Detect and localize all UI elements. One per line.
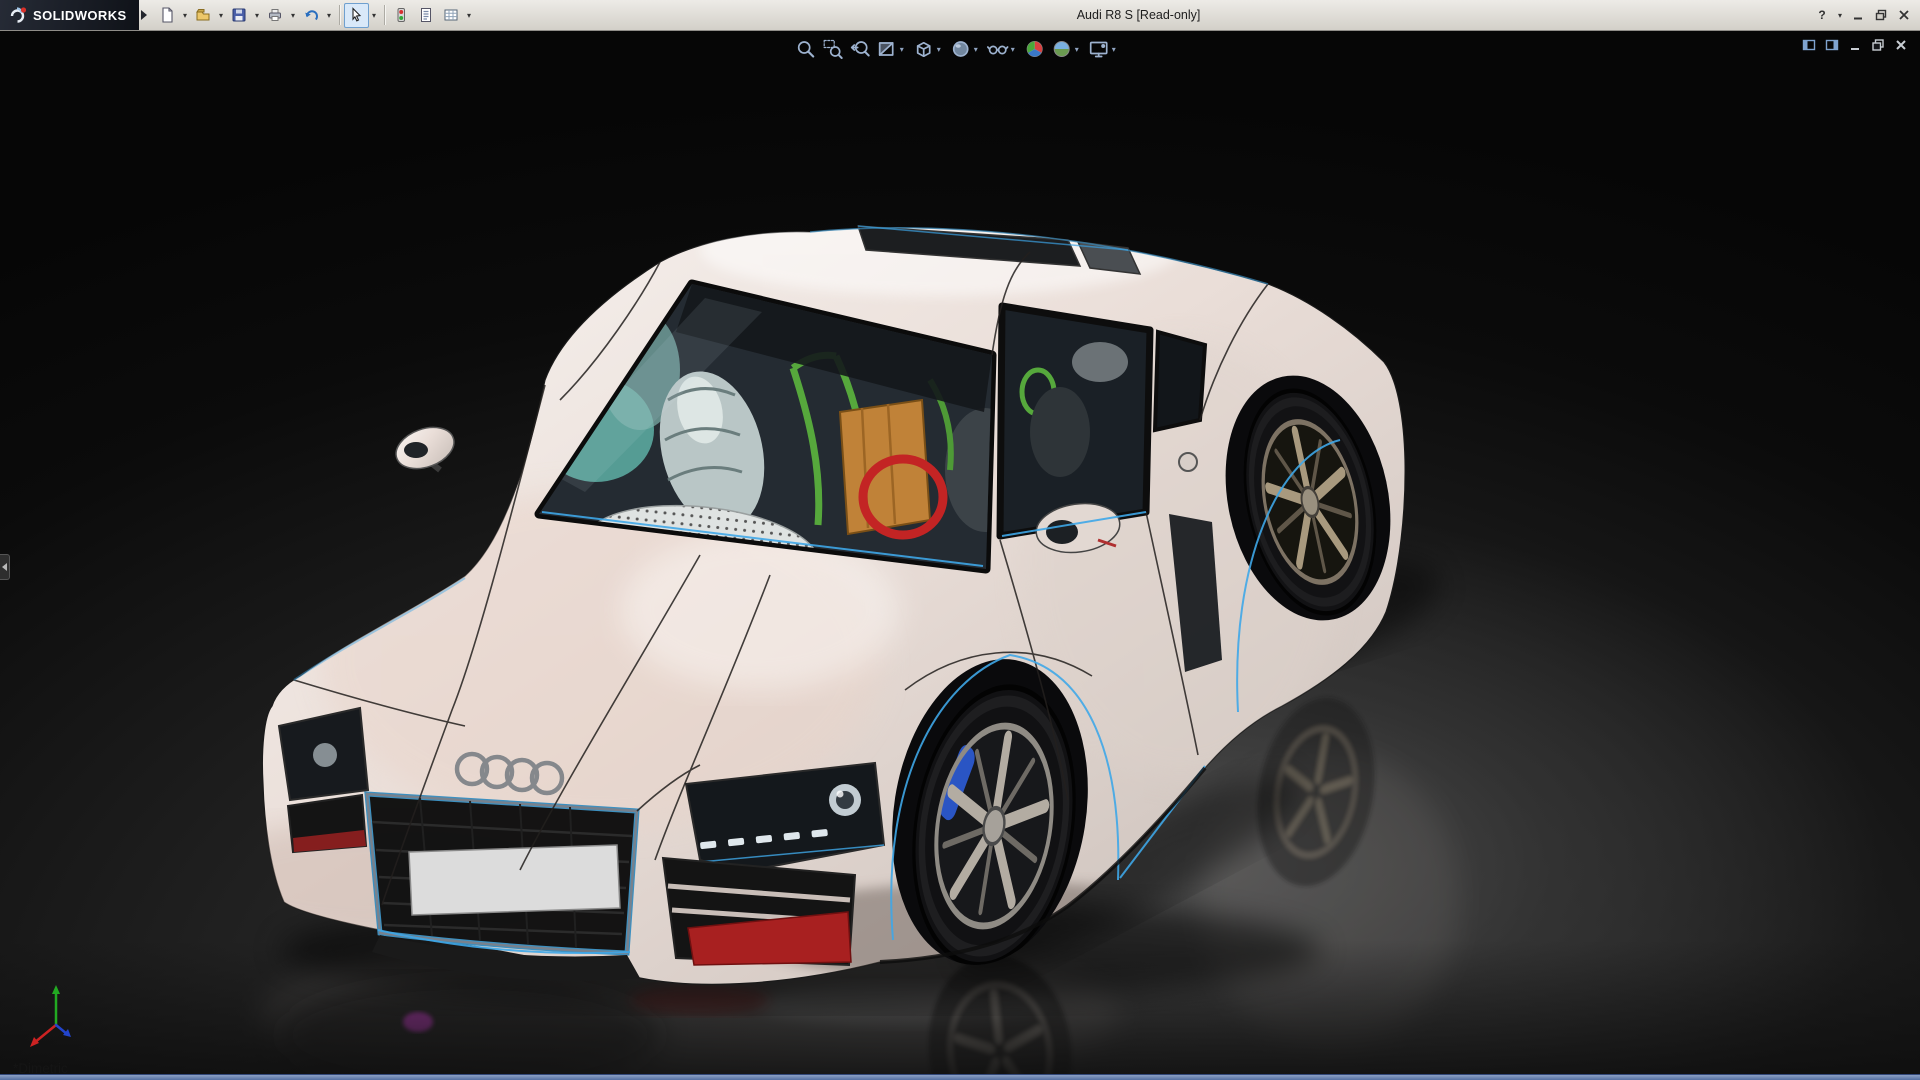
apply-scene-dropdown[interactable]: ▾	[1075, 45, 1084, 54]
view-orientation-button[interactable]	[910, 36, 937, 62]
view-orientation-dropdown[interactable]: ▾	[937, 45, 946, 54]
zoom-to-area-button[interactable]	[819, 36, 846, 62]
view-settings-dropdown[interactable]: ▾	[1112, 45, 1121, 54]
undo-button[interactable]	[299, 3, 324, 28]
restore-button[interactable]	[1871, 5, 1891, 25]
window-title: Audi R8 S [Read-only]	[1077, 8, 1201, 22]
title-bar: SOLIDWORKS ▾ ▾ ▾ ▾ ▾ ▾ ▾ Aud	[0, 0, 1920, 31]
solidworks-logo-text: SOLIDWORKS	[33, 8, 127, 23]
open-dropdown[interactable]: ▾	[216, 3, 227, 28]
minimize-button[interactable]	[1848, 5, 1868, 25]
panel-collapse-tab[interactable]	[0, 554, 10, 580]
view-settings-button[interactable]	[1085, 36, 1112, 62]
display-style-button[interactable]	[947, 36, 974, 62]
print-button[interactable]	[263, 3, 288, 28]
left-mirror[interactable]	[390, 420, 459, 476]
file-properties-button[interactable]	[414, 3, 439, 28]
select-button[interactable]	[344, 3, 369, 28]
help-dropdown[interactable]: ▾	[1835, 11, 1845, 20]
left-intake	[288, 795, 366, 852]
solidworks-logo: SOLIDWORKS	[0, 0, 139, 30]
undo-dropdown[interactable]: ▾	[324, 3, 335, 28]
orientation-triad	[20, 977, 92, 1058]
pane-right-button[interactable]	[1822, 36, 1841, 53]
document-window-controls	[1799, 36, 1910, 53]
hide-show-items-dropdown[interactable]: ▾	[1011, 45, 1020, 54]
window-controls: ? ▾	[1812, 5, 1920, 25]
zoom-to-fit-button[interactable]	[792, 36, 819, 62]
document-minimize-button[interactable]	[1845, 36, 1864, 53]
display-style-dropdown[interactable]: ▾	[974, 45, 983, 54]
graphics-area[interactable]: ▾ ▾ ▾ ▾ ▾ ▾	[0, 31, 1920, 1074]
options-button[interactable]	[439, 3, 464, 28]
hide-show-items-button[interactable]	[984, 36, 1011, 62]
save-dropdown[interactable]: ▾	[252, 3, 263, 28]
menu-flyout-arrow[interactable]	[141, 10, 147, 20]
right-intake	[663, 858, 855, 965]
previous-view-button[interactable]	[846, 36, 873, 62]
edit-appearance-button[interactable]	[1021, 36, 1048, 62]
section-view-button[interactable]	[873, 36, 900, 62]
document-close-button[interactable]	[1891, 36, 1910, 53]
heads-up-toolbar: ▾ ▾ ▾ ▾ ▾ ▾	[792, 36, 1122, 62]
rebuild-button[interactable]	[389, 3, 414, 28]
model-3d-view[interactable]	[0, 31, 1920, 1074]
apply-scene-button[interactable]	[1048, 36, 1075, 62]
help-button[interactable]: ?	[1812, 5, 1832, 25]
standard-toolbar: ▾ ▾ ▾ ▾ ▾ ▾ ▾	[155, 3, 475, 28]
front-grille[interactable]	[367, 794, 637, 953]
close-button[interactable]	[1894, 5, 1914, 25]
new-document-dropdown[interactable]: ▾	[180, 3, 191, 28]
document-restore-button[interactable]	[1868, 36, 1887, 53]
toolbar-separator	[384, 5, 385, 25]
chevron-left-icon	[2, 563, 7, 571]
section-view-dropdown[interactable]: ▾	[900, 45, 909, 54]
license-plate	[409, 845, 620, 915]
options-dropdown[interactable]: ▾	[464, 3, 475, 28]
select-dropdown[interactable]: ▾	[369, 3, 380, 28]
pane-left-button[interactable]	[1799, 36, 1818, 53]
print-dropdown[interactable]: ▾	[288, 3, 299, 28]
save-button[interactable]	[227, 3, 252, 28]
status-bar	[0, 1074, 1920, 1080]
solidworks-logo-icon	[8, 6, 28, 24]
fuel-cap	[1179, 453, 1197, 471]
view-orientation-label: *Dimetric	[13, 1061, 68, 1074]
toolbar-separator	[339, 5, 340, 25]
open-button[interactable]	[191, 3, 216, 28]
new-document-button[interactable]	[155, 3, 180, 28]
